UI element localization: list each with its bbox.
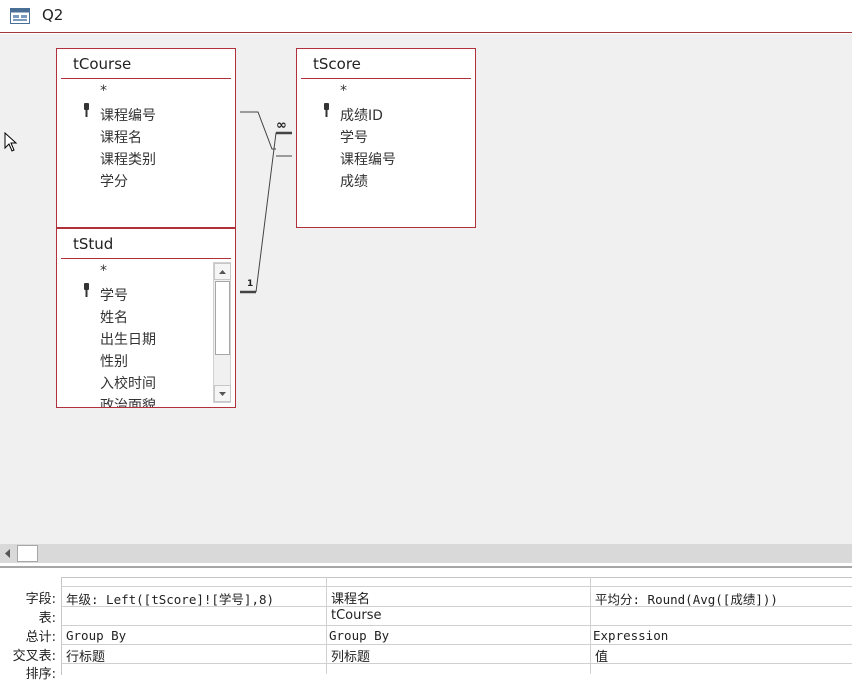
row-label-table: 表: xyxy=(38,611,56,626)
grid-cell-total[interactable]: Expression xyxy=(593,628,850,643)
field-list-item[interactable]: 课程类别 xyxy=(100,149,156,169)
grid-cell-field[interactable]: 平均分: Round(Avg([成绩])) xyxy=(595,589,852,608)
primary-key-icon xyxy=(84,283,89,297)
primary-key-icon xyxy=(84,103,89,117)
field-list-item[interactable]: 性别 xyxy=(100,351,128,371)
canvas-horizontal-scrollbar[interactable] xyxy=(0,544,852,563)
query-title[interactable]: Q2 xyxy=(42,6,63,24)
grid-cell-table[interactable]: tCourse xyxy=(331,608,587,623)
scrollbar-thumb[interactable] xyxy=(215,281,230,355)
scroll-up-arrow-icon[interactable] xyxy=(214,263,231,280)
scrollbar-thumb[interactable] xyxy=(17,545,38,562)
field-list-item[interactable]: 学分 xyxy=(100,171,128,191)
table-tstud-scrollbar[interactable] xyxy=(213,262,231,403)
row-label-sort: 排序: xyxy=(25,667,56,682)
table-tcourse[interactable]: tCourse * 课程编号 课程名 课程类别 学分 xyxy=(56,48,236,228)
grid-cell-field[interactable]: 年级: Left([tScore]![学号],8) xyxy=(66,589,324,608)
field-list-item[interactable]: * xyxy=(100,83,107,99)
grid-cell-crosstab[interactable]: 列标题 xyxy=(331,646,587,665)
field-list-item[interactable]: 成绩ID xyxy=(340,105,383,125)
field-list-item[interactable]: 政治面貌 xyxy=(100,395,156,407)
field-list-item[interactable]: 课程编号 xyxy=(340,149,396,169)
table-tcourse-title: tCourse xyxy=(73,55,132,73)
query-design-grid: 字段: 表: 总计: 交叉表: 排序: 年级: Left([tScore]![学… xyxy=(0,566,852,682)
field-list-item[interactable]: 课程名 xyxy=(100,127,142,147)
field-list-item[interactable]: 姓名 xyxy=(100,307,128,327)
mouse-pointer-icon xyxy=(4,132,18,152)
table-tscore-header[interactable]: tScore xyxy=(297,49,475,79)
grid-cell-total[interactable]: Group By xyxy=(329,628,585,643)
query-design-canvas[interactable]: ∞ 1 tCourse * 课程编号 课程名 课程类别 学分 tScore * … xyxy=(0,34,852,544)
relationship-one-marker: 1 xyxy=(247,279,254,289)
table-tscore-title: tScore xyxy=(313,55,361,73)
field-list-item[interactable]: 成绩 xyxy=(340,171,368,191)
field-list-item[interactable]: * xyxy=(340,83,347,99)
table-tstud[interactable]: tStud * 学号 姓名 出生日期 性别 入校时间 政治面貌 xyxy=(56,228,236,408)
query-tab-bar: Q2 xyxy=(0,0,852,33)
field-list-item[interactable]: 课程编号 xyxy=(100,105,156,125)
field-list-item[interactable]: 入校时间 xyxy=(100,373,156,393)
table-tscore[interactable]: tScore * 成绩ID 学号 课程编号 成绩 xyxy=(296,48,476,228)
field-list-item[interactable]: * xyxy=(100,263,107,279)
table-tcourse-header[interactable]: tCourse xyxy=(57,49,235,79)
scroll-left-arrow-icon[interactable] xyxy=(0,545,16,562)
grid-cell-crosstab[interactable]: 值 xyxy=(595,646,852,665)
query-design-icon xyxy=(10,8,30,24)
table-tstud-title: tStud xyxy=(73,235,114,253)
grid-cell-crosstab[interactable]: 行标题 xyxy=(66,646,324,665)
field-list-item[interactable]: 出生日期 xyxy=(100,329,156,349)
relationship-many-marker: ∞ xyxy=(276,118,287,133)
table-tstud-header[interactable]: tStud xyxy=(57,229,235,259)
scroll-down-arrow-icon[interactable] xyxy=(214,385,231,402)
row-label-field: 字段: xyxy=(25,592,56,607)
grid-cell-field[interactable]: 课程名 xyxy=(331,588,587,607)
field-list-item[interactable]: 学号 xyxy=(100,285,128,305)
row-label-total: 总计: xyxy=(25,630,56,645)
field-list-item[interactable]: 学号 xyxy=(340,127,368,147)
grid-cell-total[interactable]: Group By xyxy=(66,628,324,643)
primary-key-icon xyxy=(324,103,329,117)
row-label-crosstab: 交叉表: xyxy=(12,649,56,664)
